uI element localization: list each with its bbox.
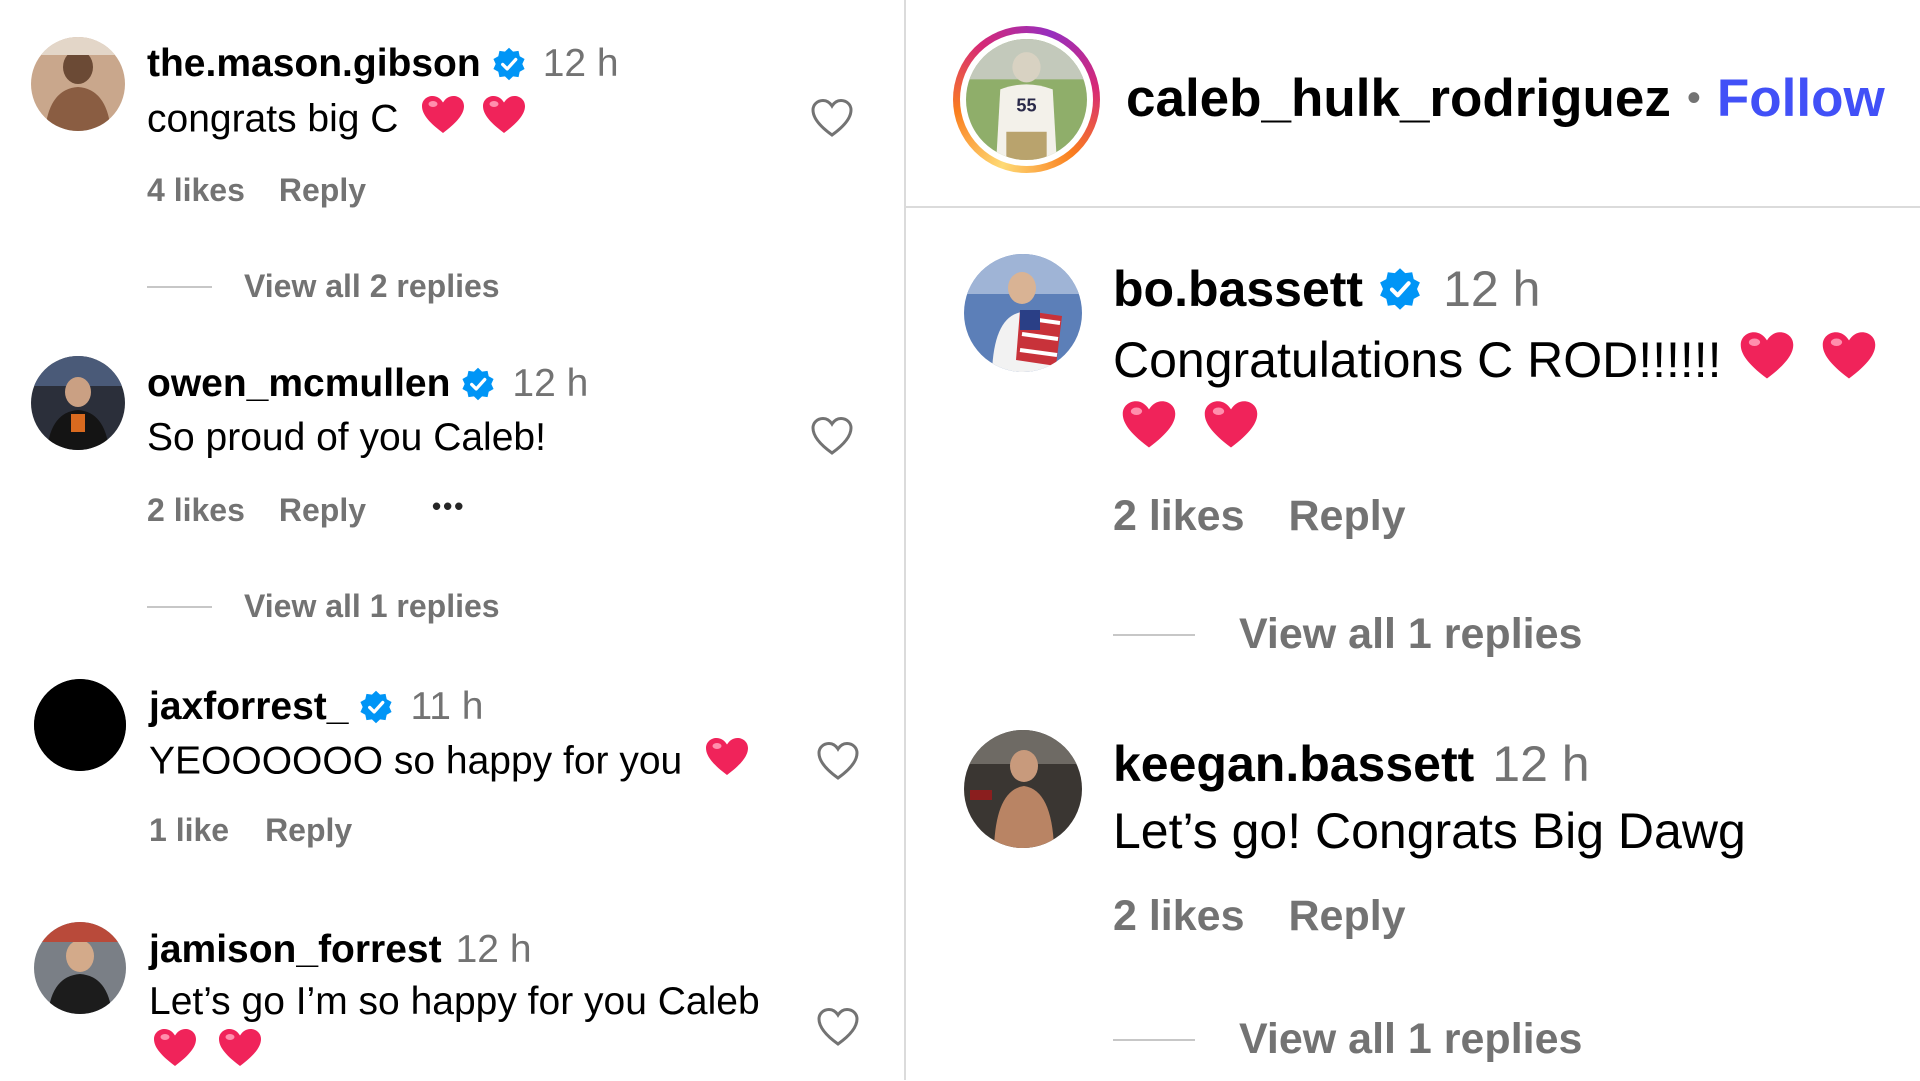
username[interactable]: keegan.bassett — [1113, 735, 1474, 793]
comment-item: jaxforrest_ 11 h YEOOOOOO so happy for y… — [0, 640, 904, 880]
comment-header: bo.bassett 12 h — [1113, 260, 1540, 318]
red-heart-emoji — [705, 737, 749, 790]
view-replies-button[interactable]: View all 1 replies — [1113, 1015, 1582, 1064]
view-replies-label[interactable]: View all 1 replies — [244, 588, 500, 625]
comment-text-row: YEOOOOOO so happy for you — [149, 737, 749, 790]
heart-outline-icon[interactable] — [810, 414, 854, 458]
comment-time: 12 h — [542, 42, 619, 85]
avatar[interactable] — [964, 254, 1082, 372]
view-replies-label[interactable]: View all 2 replies — [244, 268, 500, 305]
username[interactable]: jaxforrest_ — [149, 685, 348, 729]
comment-header: keegan.bassett 12 h — [1113, 735, 1590, 793]
reply-button[interactable]: Reply — [279, 172, 366, 209]
left-comments-panel: the.mason.gibson 12 h congrats big C 4 l… — [0, 0, 904, 1080]
avatar[interactable] — [31, 356, 125, 450]
comment-time: 12 h — [1492, 736, 1590, 792]
comment-time: 12 h — [455, 928, 532, 971]
likes-count[interactable]: 2 likes — [147, 492, 245, 529]
comment-text: YEOOOOOO so happy for you — [149, 739, 683, 783]
verified-badge-icon — [1377, 266, 1423, 312]
comment-item: jamison_forrest 12 h Let’s go I’m so hap… — [0, 880, 904, 1080]
comment-item: owen_mcmullen 12 h So proud of you Caleb… — [0, 320, 904, 640]
verified-badge-icon — [491, 46, 527, 82]
likes-count[interactable]: 2 likes — [1113, 892, 1245, 941]
right-comments-panel: 55 caleb_hulk_rodriguez • Follow bo.bass… — [906, 0, 1920, 1080]
avatar[interactable]: 55 — [960, 33, 1093, 166]
jersey-number: 55 — [1016, 96, 1036, 116]
author-username[interactable]: caleb_hulk_rodriguez — [1126, 68, 1671, 129]
likes-count[interactable]: 2 likes — [1113, 492, 1245, 541]
replies-divider — [147, 605, 212, 608]
username[interactable]: bo.bassett — [1113, 260, 1363, 318]
red-heart-emoji — [218, 1028, 262, 1081]
reply-button[interactable]: Reply — [279, 492, 366, 529]
red-heart-emoji — [482, 95, 526, 148]
username[interactable]: jamison_forrest — [149, 928, 442, 972]
reply-button[interactable]: Reply — [1289, 492, 1406, 541]
comment-time: 12 h — [512, 362, 589, 405]
comment-header: jamison_forrest 12 h — [149, 928, 532, 972]
comment-text-row: So proud of you Caleb! — [147, 414, 546, 463]
red-heart-emoji — [1121, 400, 1177, 465]
post-author: caleb_hulk_rodriguez • Follow — [1126, 68, 1885, 129]
reply-button[interactable]: Reply — [265, 812, 352, 849]
verified-badge-icon — [358, 689, 394, 725]
red-heart-emoji — [421, 95, 465, 148]
replies-divider — [1113, 1038, 1195, 1041]
comment-actions: 1 like Reply — [149, 812, 352, 849]
comment-actions: 2 likes Reply ••• — [147, 491, 465, 529]
comment-time: 11 h — [410, 685, 484, 728]
avatar[interactable] — [34, 922, 126, 1014]
likes-count[interactable]: 1 like — [149, 812, 229, 849]
avatar[interactable] — [964, 730, 1082, 848]
comment-actions: 2 likes Reply — [1113, 492, 1406, 541]
red-heart-emoji — [153, 1028, 197, 1081]
comment-header: the.mason.gibson 12 h — [147, 42, 619, 86]
view-replies-button[interactable]: View all 2 replies — [147, 268, 500, 305]
verified-badge-icon — [460, 366, 496, 402]
comment-header: jaxforrest_ 11 h — [149, 685, 483, 729]
comment-time: 12 h — [1443, 261, 1541, 317]
comment-text: congrats big C — [147, 97, 399, 141]
comment-text: Let’s go I’m so happy for you Caleb — [149, 980, 760, 1023]
comment-text: Congratulations C ROD!!!!!! — [1113, 332, 1722, 388]
story-ring[interactable]: 55 — [953, 26, 1100, 173]
view-replies-button[interactable]: View all 1 replies — [1113, 610, 1582, 659]
view-replies-label[interactable]: View all 1 replies — [1239, 610, 1582, 659]
reply-button[interactable]: Reply — [1289, 892, 1406, 941]
post-header: 55 caleb_hulk_rodriguez • Follow — [906, 0, 1920, 208]
comment-text: Let’s go! Congrats Big Dawg — [1113, 803, 1746, 859]
comment-text: So proud of you Caleb! — [147, 416, 546, 459]
username[interactable]: owen_mcmullen — [147, 362, 450, 406]
comment-text-row: Let’s go I’m so happy for you Caleb — [149, 977, 799, 1081]
red-heart-emoji — [1203, 400, 1259, 465]
red-heart-emoji — [1739, 331, 1795, 396]
more-options-icon[interactable]: ••• — [432, 491, 465, 522]
follow-button[interactable]: Follow — [1717, 68, 1885, 129]
comment-header: owen_mcmullen 12 h — [147, 362, 588, 406]
comment-actions: 2 likes Reply — [1113, 892, 1406, 941]
comment-text-row: congrats big C — [147, 95, 526, 148]
comment-item: bo.bassett 12 h Congratulations C ROD!!!… — [906, 210, 1920, 680]
separator-dot: • — [1686, 76, 1701, 120]
view-replies-label[interactable]: View all 1 replies — [1239, 1015, 1582, 1064]
replies-divider — [147, 285, 212, 288]
comment-item: the.mason.gibson 12 h congrats big C 4 l… — [0, 0, 904, 320]
avatar[interactable] — [34, 679, 126, 771]
heart-outline-icon[interactable] — [816, 1005, 860, 1049]
heart-outline-icon[interactable] — [816, 739, 860, 783]
replies-divider — [1113, 633, 1195, 636]
view-replies-button[interactable]: View all 1 replies — [147, 588, 500, 625]
avatar[interactable] — [31, 37, 125, 131]
username[interactable]: the.mason.gibson — [147, 42, 481, 86]
likes-count[interactable]: 4 likes — [147, 172, 245, 209]
red-heart-emoji — [1821, 331, 1877, 396]
heart-outline-icon[interactable] — [810, 96, 854, 140]
comment-item: keegan.bassett 12 h Let’s go! Congrats B… — [906, 680, 1920, 1080]
comment-text-row: Let’s go! Congrats Big Dawg — [1113, 800, 1746, 863]
comment-actions: 4 likes Reply — [147, 172, 366, 209]
comment-text-row: Congratulations C ROD!!!!!! — [1113, 328, 1903, 465]
